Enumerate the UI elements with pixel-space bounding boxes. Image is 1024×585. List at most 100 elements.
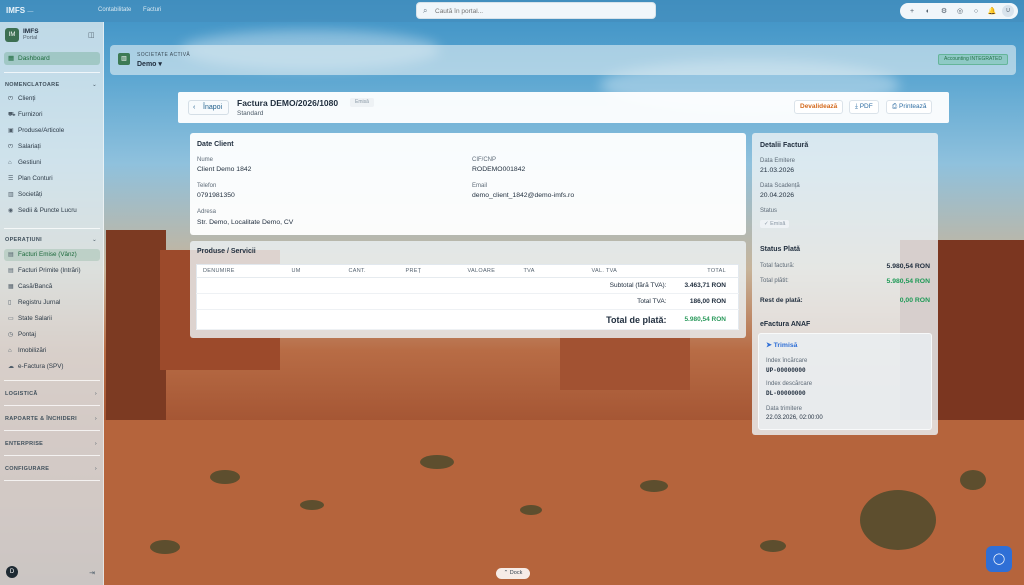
logout-icon[interactable]: ⇥ — [89, 569, 95, 577]
client-cif-label: CIF/CNP — [472, 157, 496, 163]
issue-date-label: Data Emitere — [760, 158, 796, 164]
status-icon[interactable]: ○ — [968, 8, 984, 15]
payment-title: Status Plată — [760, 246, 801, 253]
search-input[interactable] — [435, 5, 645, 17]
clock-icon: ◷ — [8, 332, 14, 338]
sidebar-item-sedii[interactable]: ◉ Sedii & Puncte Lucru — [4, 205, 100, 217]
sidebar-item-pontaj[interactable]: ◷ Pontaj — [4, 329, 100, 341]
total-invoice-value: 5.980,54 RON — [886, 263, 930, 270]
subtotal-label: Subtotal (fără TVA): — [196, 277, 677, 294]
sidebar-item-casa-banca[interactable]: ▦ Casă/Bancă — [4, 281, 100, 293]
sidebar-item-societati[interactable]: ▥ Societăți — [4, 189, 100, 201]
sidebar-item-efactura[interactable]: ☁ e-Factura (SPV) — [4, 361, 100, 373]
chat-button[interactable]: ◯ — [986, 546, 1012, 572]
status-badge: ✓ Emisă — [760, 220, 790, 228]
dock-button[interactable]: ⌃ Dock — [496, 568, 530, 579]
settings-icon[interactable]: ⚙ — [936, 7, 952, 15]
download-index-label: Index descărcare — [766, 381, 813, 387]
sidebar-item-clienti[interactable]: ꯁ Clienți — [4, 93, 100, 105]
chevron-right-icon: › — [94, 466, 97, 472]
grand-total-row: Total de plată: 5.980,54 RON — [196, 309, 739, 330]
sidebar-item-plan-conturi[interactable]: ☰ Plan Conturi — [4, 173, 100, 185]
client-address: Str. Demo, Localitate Demo, CV — [197, 219, 294, 226]
sidebar-item-registru[interactable]: ▯ Registru Jurnal — [4, 297, 100, 309]
brand-logo[interactable]: IMFS — — [6, 6, 33, 15]
issue-date: 21.03.2026 — [760, 167, 795, 174]
home-icon: ⌂ — [8, 348, 12, 354]
grand-total-value: 5.980,54 RON — [676, 309, 739, 330]
list-icon: ☰ — [8, 176, 14, 182]
client-email-label: Email — [472, 183, 488, 189]
chevron-down-icon: ⌄ — [92, 82, 97, 88]
invoice-header: ‹ Înapoi Factura DEMO/2026/1080 Emisă Sta… — [178, 92, 949, 123]
divider — [4, 228, 100, 229]
vat-label: Total TVA: — [196, 293, 677, 310]
client-phone: 0791981350 — [197, 192, 235, 199]
efactura-title: eFactura ANAF — [760, 321, 811, 328]
section-rapoarte[interactable]: RAPOARTE & ÎNCHIDERI › — [5, 416, 99, 422]
company-selector[interactable]: Demo ▾ — [137, 60, 162, 68]
subtotal-value: 3.463,71 RON — [676, 277, 739, 294]
due-date-label: Data Scadență — [760, 183, 800, 189]
divider — [4, 480, 100, 481]
search-box[interactable]: ⌕ — [416, 2, 656, 19]
vat-row: Total TVA: 186,00 RON — [196, 293, 739, 310]
print-button[interactable]: ⎙ Printează — [886, 100, 933, 114]
vat-value: 186,00 RON — [676, 293, 739, 310]
breadcrumb: Contabilitate Facturi — [98, 7, 171, 13]
sidebar-item-facturi-emise[interactable]: ▤ Facturi Emise (Vânz) — [4, 249, 100, 261]
grid-icon: ▦ — [8, 55, 15, 62]
back-button[interactable]: ‹ Înapoi — [188, 100, 230, 115]
divider — [4, 405, 100, 406]
notification-icon[interactable]: 🔔 — [984, 7, 1000, 15]
subtotal-row: Subtotal (fără TVA): 3.463,71 RON — [196, 277, 739, 294]
caret-down-icon: ▾ — [158, 61, 162, 68]
sidebar-item-imobilizari[interactable]: ⌂ Imobilizări — [4, 345, 100, 357]
check-icon: ✓ — [764, 221, 769, 227]
active-company-bar: ▥ SOCIETATE ACTIVĂ Demo ▾ Accounting INT… — [110, 45, 1016, 75]
sidebar-collapse-icon[interactable]: ◫ — [88, 31, 95, 39]
divider — [4, 72, 100, 73]
building-icon: ▥ — [8, 192, 14, 198]
theme-icon[interactable]: ◐ — [920, 8, 936, 15]
section-nomenclatoare[interactable]: NOMENCLATOARE ⌄ — [5, 82, 99, 88]
book-icon: ▯ — [8, 300, 12, 306]
grand-total-label: Total de plată: — [196, 309, 677, 330]
printer-icon: ⎙ — [892, 103, 898, 110]
upload-index: UP-00000000 — [766, 367, 806, 374]
app-logo: IM — [5, 28, 19, 42]
total-paid-label: Total plătit: — [760, 278, 789, 284]
column-header: TOTAL — [676, 264, 739, 278]
add-icon[interactable]: + — [904, 8, 920, 15]
breadcrumb-item[interactable]: Contabilitate — [98, 7, 131, 13]
breadcrumb-item[interactable]: Facturi — [143, 7, 161, 13]
client-name-label: Nume — [197, 157, 214, 163]
avatar[interactable]: U — [1002, 5, 1014, 17]
sidebar-item-dashboard[interactable]: ▦ Dashboard — [4, 52, 100, 65]
section-logistica[interactable]: LOGISTICĂ › — [5, 391, 99, 397]
invoice-icon: ▤ — [8, 252, 14, 258]
client-card-title: Date Client — [197, 141, 234, 148]
column-header: UM — [291, 264, 349, 278]
company-label: SOCIETATE ACTIVĂ — [137, 52, 191, 58]
search-icon: ⌕ — [423, 6, 428, 15]
section-operatiuni[interactable]: OPERAȚIUNI ⌄ — [5, 237, 99, 243]
help-icon[interactable]: ◎ — [952, 7, 968, 15]
rest-label: Rest de plată: — [760, 297, 803, 304]
sent-date-label: Data trimitere — [766, 406, 803, 412]
bank-icon: ▦ — [8, 284, 14, 290]
user-avatar[interactable]: D — [6, 566, 18, 578]
devalidate-button[interactable]: Devalidează — [794, 100, 844, 114]
sidebar-item-salariati[interactable]: ꯁ Salariați — [4, 141, 100, 153]
section-enterprise[interactable]: ENTERPRISE › — [5, 441, 99, 447]
section-configurare[interactable]: CONFIGURARE › — [5, 466, 99, 472]
sidebar-item-facturi-primite[interactable]: ▤ Facturi Primite (Intrări) — [4, 265, 100, 277]
sidebar-item-gestiuni[interactable]: ⌂ Gestiuni — [4, 157, 100, 169]
sidebar-item-furnizori[interactable]: ⛟ Furnizori — [4, 109, 100, 121]
sidebar-item-state-salarii[interactable]: ▭ State Salarii — [4, 313, 100, 325]
pdf-button[interactable]: ⤓ PDF — [849, 100, 879, 114]
sidebar-subtitle: Portal — [23, 35, 38, 41]
people-icon: ꯁ — [8, 144, 14, 150]
client-cif: RODEMO001842 — [472, 166, 526, 173]
sidebar-item-produse[interactable]: ▣ Produse/Articole — [4, 125, 100, 137]
